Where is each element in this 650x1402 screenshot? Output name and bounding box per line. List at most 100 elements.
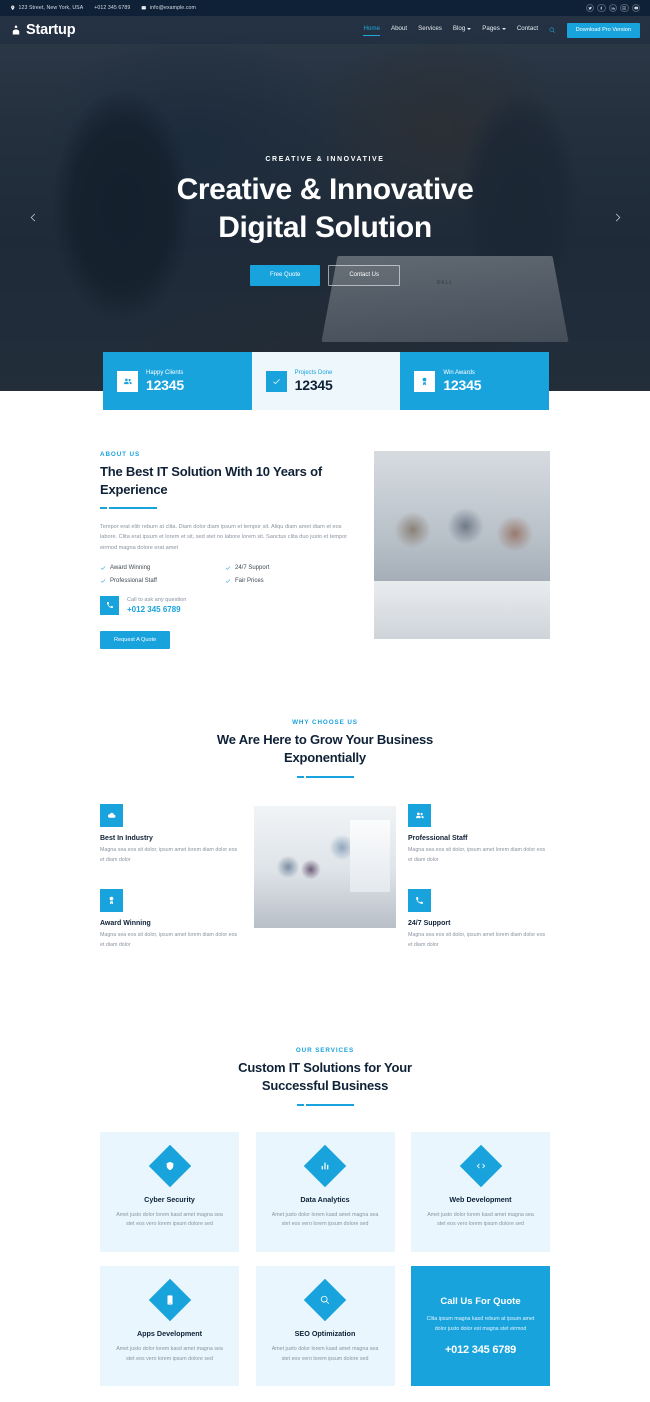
search-button[interactable] [549, 27, 556, 34]
service-icon-wrap [148, 1144, 191, 1188]
about-checklist: Award Winning 24/7 Support Professional … [100, 565, 350, 591]
chevron-down-icon [467, 27, 472, 30]
why-icon-wrap [100, 803, 123, 827]
topbar-email: info@example.com [141, 5, 196, 11]
fact-label: Happy Clients [146, 369, 184, 376]
users-icon [416, 812, 424, 818]
service-icon-wrap [148, 1278, 191, 1322]
why-kicker: WHY CHOOSE US [292, 718, 358, 726]
nav-link-services-label: Services [418, 25, 442, 32]
check-label: Professional Staff [110, 577, 157, 584]
download-pro-button[interactable]: Download Pro Version [566, 22, 640, 38]
twitter-link[interactable] [585, 3, 594, 13]
services-header: OUR SERVICES Custom IT Solutions for You… [100, 1047, 550, 1106]
instagram-icon [622, 6, 626, 10]
hero-content: CREATIVE & INNOVATIVE Creative & Innovat… [0, 16, 650, 391]
fact-text: Projects Done 12345 [295, 370, 333, 393]
service-title: Web Development [449, 1194, 512, 1204]
check-icon [100, 579, 106, 583]
hero-title-line2: Digital Solution [218, 211, 432, 245]
nav-link-services[interactable]: Services [418, 25, 442, 35]
why-icon-wrap [408, 803, 431, 827]
nav-links: Home About Services Blog Pages Contact [363, 25, 538, 36]
nav-link-pages-label: Pages [482, 25, 500, 32]
service-title: Cyber Security [144, 1194, 195, 1204]
cta-text: Clita ipsum magna kasd rebum at ipsum am… [426, 1315, 535, 1332]
youtube-link[interactable] [631, 3, 640, 13]
facebook-icon [600, 6, 603, 10]
cta-phone[interactable]: +012 345 6789 [445, 1344, 516, 1356]
service-title: Apps Development [136, 1329, 203, 1338]
service-card-cyber-security[interactable]: Cyber Security Amet justo dolor lorem ka… [100, 1131, 239, 1252]
fact-label: Win Awards [443, 369, 475, 376]
fact-text: Win Awards 12345 [443, 370, 481, 393]
carousel-prev-button[interactable] [22, 206, 44, 228]
hero-carousel: CREATIVE & INNOVATIVE Creative & Innovat… [0, 16, 650, 391]
page-bottom-spacer [0, 1386, 650, 1402]
fact-icon-wrap [414, 370, 436, 392]
service-title: SEO Optimization [294, 1329, 356, 1338]
check-item: 24/7 Support [225, 565, 350, 571]
linkedin-link[interactable] [608, 3, 617, 13]
why-title: We Are Here to Grow Your Business Expone… [216, 731, 434, 766]
instagram-link[interactable] [620, 3, 629, 13]
social-links [585, 3, 640, 13]
topbar-address-text: 123 Street, New York, USA [18, 5, 84, 11]
about-call-label: Call to ask any question [127, 596, 187, 603]
service-card-call-cta[interactable]: Call Us For Quote Clita ipsum magna kasd… [411, 1266, 550, 1387]
topbar-phone-text: +012 345 6789 [94, 5, 131, 11]
award-icon [109, 897, 114, 905]
carousel-next-button[interactable] [606, 206, 628, 228]
nav-link-contact[interactable]: Contact [517, 25, 538, 35]
service-text: Amet justo dolor lorem kasd amet magna s… [271, 1346, 379, 1362]
startup-logo-icon [12, 25, 20, 35]
brand-logo[interactable]: Startup [10, 22, 76, 38]
why-item-professional-staff: Professional Staff Magna sea eos sit dol… [408, 803, 550, 866]
nav-link-home-label: Home [363, 24, 380, 32]
fact-text: Happy Clients 12345 [146, 370, 184, 393]
topbar-phone: +012 345 6789 [94, 5, 130, 11]
nav-link-home[interactable]: Home [363, 25, 380, 36]
nav-link-about[interactable]: About [391, 25, 407, 35]
services-grid: Cyber Security Amet justo dolor lorem ka… [100, 1131, 550, 1387]
hero-title-line1: Creative & Innovative [176, 173, 474, 206]
about-call-phone: +012 345 6789 [127, 604, 181, 614]
service-icon-wrap [303, 1144, 347, 1188]
chevron-right-icon [615, 213, 620, 221]
cloud-icon [107, 812, 116, 818]
fact-value: 12345 [146, 376, 184, 393]
topbar-email-text: info@example.com [149, 5, 196, 11]
free-quote-button[interactable]: Free Quote [249, 264, 321, 286]
fact-value: 12345 [294, 376, 333, 393]
services-kicker: OUR SERVICES [295, 1047, 355, 1055]
why-header: WHY CHOOSE US We Are Here to Grow Your B… [100, 719, 550, 778]
service-text: Amet justo dolor lorem kasd amet magna s… [116, 1211, 223, 1228]
contact-us-button[interactable]: Contact Us [328, 264, 401, 286]
service-icon-wrap [303, 1278, 347, 1322]
service-card-data-analytics[interactable]: Data Analytics Amet justo dolor lorem ka… [255, 1131, 395, 1252]
phone-icon [416, 897, 423, 905]
shield-icon [166, 1161, 173, 1171]
phone-icon-wrap [100, 595, 119, 615]
service-card-apps-development[interactable]: Apps Development Amet justo dolor lorem … [100, 1266, 239, 1387]
search-icon [549, 27, 556, 33]
why-icon-wrap [408, 889, 431, 913]
about-image [374, 451, 550, 639]
service-card-web-development[interactable]: Web Development Amet justo dolor lorem k… [411, 1131, 550, 1252]
facebook-link[interactable] [597, 3, 606, 13]
why-image-whiteboard [350, 819, 390, 892]
nav-link-blog-label: Blog [452, 25, 466, 32]
nav-link-pages[interactable]: Pages [482, 25, 506, 35]
about-call-block: Call to ask any question +012 345 6789 [100, 595, 350, 615]
why-item-title: 24/7 Support [408, 920, 451, 928]
why-item-text: Magna sea eos sit dolor, ipsum amet lore… [408, 846, 546, 863]
service-card-seo-optimization[interactable]: SEO Optimization Amet justo dolor lorem … [255, 1266, 395, 1387]
award-icon [422, 377, 427, 385]
about-call-text: Call to ask any question +012 345 6789 [127, 597, 186, 614]
request-quote-button[interactable]: Request A Quote [100, 630, 171, 649]
fact-icon-wrap [265, 370, 287, 392]
fact-happy-clients: Happy Clients 12345 [103, 352, 252, 410]
users-icon [124, 378, 132, 384]
nav-link-blog[interactable]: Blog [452, 25, 472, 35]
section-rule [296, 1103, 354, 1106]
